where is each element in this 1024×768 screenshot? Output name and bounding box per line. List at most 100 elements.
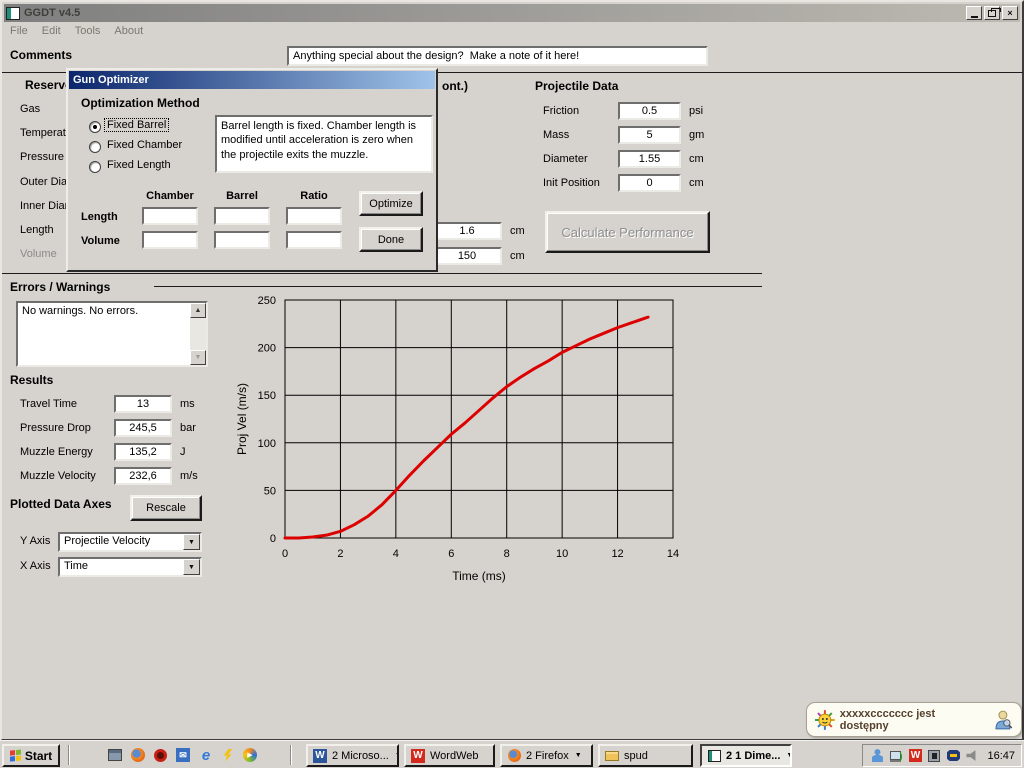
media-player-classic-icon[interactable] [106, 746, 124, 764]
taskbar-clock[interactable]: 16:47 [987, 750, 1015, 762]
optimize-button[interactable]: Optimize [359, 191, 423, 216]
calculate-performance-button: Calculate Performance [545, 211, 710, 253]
travel-time-unit: ms [180, 398, 195, 410]
volume-chamber-input[interactable] [142, 231, 198, 249]
start-label: Start [25, 749, 52, 763]
done-button[interactable]: Done [359, 227, 423, 252]
x-axis-select[interactable]: Time ▼ [58, 557, 202, 577]
minimize-button[interactable] [966, 6, 982, 20]
restore-button[interactable] [984, 6, 1000, 20]
reservoir-label-volume: Volume [20, 248, 57, 260]
length-ratio-input[interactable] [286, 207, 342, 225]
plotted-axes-header: Plotted Data Axes [10, 497, 112, 511]
svg-text:12: 12 [611, 548, 623, 560]
restore-icon [988, 10, 996, 17]
svg-text:10: 10 [556, 548, 568, 560]
firewall-icon[interactable] [945, 748, 961, 764]
mass-label: Mass [543, 129, 569, 141]
scroll-up-icon[interactable]: ▲ [190, 303, 206, 318]
taskbar-button-label: WordWeb [430, 750, 479, 762]
y-axis-value: Projectile Velocity [60, 534, 183, 550]
close-button[interactable]: × [1002, 6, 1018, 20]
friction-input[interactable] [618, 102, 681, 120]
muzzle-energy-value [114, 443, 172, 461]
network-monitor-icon[interactable]: ) [888, 748, 904, 764]
svg-text:0: 0 [282, 548, 288, 560]
length-barrel-input[interactable] [214, 207, 270, 225]
diameter-input[interactable] [618, 150, 681, 168]
close-icon: × [1007, 8, 1012, 18]
fixed-length-label[interactable]: Fixed Length [107, 159, 171, 171]
section-divider-mid [2, 273, 762, 274]
winamp-icon[interactable] [219, 746, 237, 764]
init-position-unit: cm [689, 177, 704, 189]
diameter-unit: cm [689, 153, 704, 165]
dialog-title-bar[interactable]: Gun Optimizer [69, 71, 435, 89]
svg-text:14: 14 [667, 548, 679, 560]
svg-text:200: 200 [258, 343, 276, 355]
svg-text:Time (ms): Time (ms) [452, 569, 506, 583]
pressure-drop-value [114, 419, 172, 437]
gun-optimizer-dialog: Gun Optimizer Optimization Method Fixed … [66, 68, 438, 272]
chevron-down-icon[interactable]: ▼ [183, 559, 200, 575]
taskbar-button-wordweb[interactable]: W WordWeb [404, 744, 495, 767]
ggdt-window-icon [706, 748, 722, 764]
chevron-down-icon[interactable]: ▼ [183, 534, 200, 550]
volume-ratio-input[interactable] [286, 231, 342, 249]
balloon-text: xxxxxccccccc jest dostępny [840, 708, 985, 732]
barrel-length-unit: cm [510, 250, 525, 262]
menu-tools[interactable]: Tools [75, 25, 101, 37]
method-description: Barrel length is fixed. Chamber length i… [215, 115, 433, 173]
comments-input[interactable] [287, 46, 708, 66]
fixed-chamber-label[interactable]: Fixed Chamber [107, 139, 182, 151]
mail-icon[interactable]: ✉ [174, 746, 192, 764]
errors-textbox[interactable]: No warnings. No errors. ▲ ▼ [16, 301, 208, 367]
window-title: GGDT v4.5 [24, 7, 80, 19]
projectile-data-header: Projectile Data [535, 79, 618, 93]
volume-icon[interactable] [964, 748, 980, 764]
windows-media-player-icon[interactable]: ▶ [241, 746, 259, 764]
secure-monitor-icon[interactable] [926, 748, 942, 764]
opera-icon[interactable] [151, 746, 169, 764]
fixed-chamber-radio[interactable] [89, 141, 101, 153]
fixed-length-radio[interactable] [89, 161, 101, 173]
fixed-barrel-radio[interactable] [89, 121, 101, 133]
wordweb-tray-icon[interactable]: W [907, 748, 923, 764]
pressure-drop-unit: bar [180, 422, 196, 434]
gadu-gadu-balloon[interactable]: xxxxxccccccc jest dostępny [806, 702, 1022, 737]
word-icon: W [312, 748, 328, 764]
taskbar-button-firefox-group[interactable]: 2 Firefox ▼ [500, 744, 593, 767]
svg-text:6: 6 [448, 548, 454, 560]
scroll-down-icon[interactable]: ▼ [190, 350, 206, 365]
svg-text:100: 100 [258, 438, 276, 450]
menu-bar: File Edit Tools About [4, 22, 1020, 39]
reservoir-label-inner-diam: Inner Diam [20, 200, 69, 212]
mass-input[interactable] [618, 126, 681, 144]
volume-barrel-input[interactable] [214, 231, 270, 249]
reservoir-label-length: Length [20, 224, 54, 236]
barrel-diameter-input[interactable] [432, 222, 502, 240]
gadu-gadu-user-icon[interactable] [869, 748, 885, 764]
taskbar-button-spud-folder[interactable]: spud [598, 744, 693, 767]
barrel-length-input[interactable] [432, 247, 502, 265]
errors-scrollbar[interactable]: ▲ ▼ [190, 303, 206, 365]
menu-edit[interactable]: Edit [42, 25, 61, 37]
taskbar-button-word-group[interactable]: W 2 Microso... ▼ [306, 744, 399, 767]
length-chamber-input[interactable] [142, 207, 198, 225]
fixed-barrel-label[interactable]: Fixed Barrel [105, 119, 168, 131]
start-button[interactable]: Start [2, 744, 60, 767]
menu-about[interactable]: About [114, 25, 143, 37]
chevron-down-icon: ▼ [786, 752, 792, 759]
menu-file[interactable]: File [10, 25, 28, 37]
internet-explorer-icon[interactable]: e [197, 746, 215, 764]
init-position-input[interactable] [618, 174, 681, 192]
rescale-button[interactable]: Rescale [130, 495, 202, 521]
y-axis-select[interactable]: Projectile Velocity ▼ [58, 532, 202, 552]
title-bar[interactable]: GGDT v4.5 × [4, 4, 1020, 22]
errors-header: Errors / Warnings [10, 280, 110, 294]
taskbar-button-ggdt-group[interactable]: 2 1 Dime... ▼ [700, 744, 792, 767]
x-axis-value: Time [60, 559, 183, 575]
errors-text: No warnings. No errors. [18, 303, 190, 365]
taskbar-button-label: 2 Firefox [526, 750, 569, 762]
firefox-icon[interactable] [129, 746, 147, 764]
